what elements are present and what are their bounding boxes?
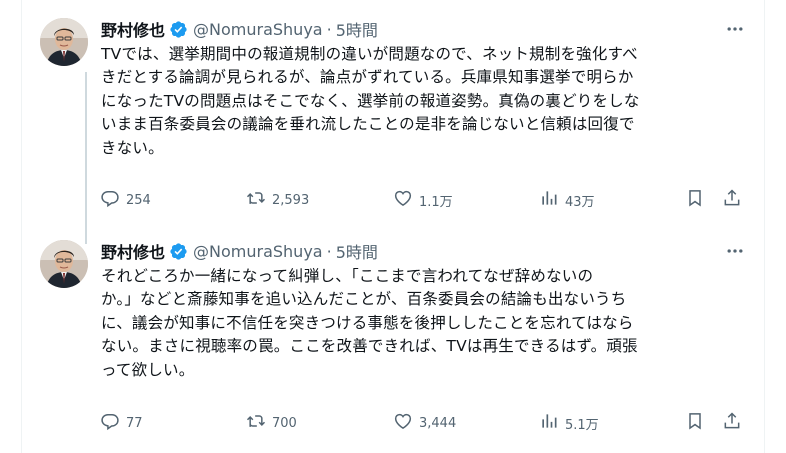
like-button[interactable]: 3,444 [393,411,456,435]
tweet-text-line: ない。まさに視聴率の罠。ここを改善できれば、TVは再生できるはず。頑張 [101,337,638,356]
tweet[interactable]: 野村修也 @NomuraShuya · 5時間 それどころか一緒になって糾弾し、… [22,232,764,453]
views-button[interactable]: 5.1万 [539,411,599,435]
timestamp[interactable]: 5時間 [336,17,378,41]
like-count: 1.1万 [419,194,453,210]
views-button[interactable]: 43万 [539,188,595,212]
tweet-header: 野村修也 @NomuraShuya · 5時間 [101,240,748,262]
tweet-text-line: って欲しい。 [101,360,195,379]
repost-icon [246,411,266,435]
tweet-text-line: に、議会が知事に不信任を突きつける事態を後押ししたことを忘れてはなら [101,313,634,332]
user-handle[interactable]: @NomuraShuya [193,20,323,39]
reply-count: 254 [126,192,151,208]
repost-icon [246,188,266,212]
reply-count: 77 [126,415,143,431]
reply-button[interactable]: 254 [100,188,151,212]
separator-dot: · [326,19,332,39]
bookmark-button[interactable] [685,188,705,212]
like-count: 3,444 [419,415,457,431]
repost-count: 700 [272,415,297,431]
tweet-actions: 77 700 3,444 5.1万 [100,411,750,435]
user-handle[interactable]: @NomuraShuya [193,242,323,261]
avatar-portrait-icon [40,18,88,66]
share-button[interactable] [722,188,742,212]
like-button[interactable]: 1.1万 [393,188,453,212]
more-horizontal-icon[interactable] [722,240,748,262]
tweet-text: それどころか一緒になって糾弾し、「ここまで言われてなぜ辞めないの か。」などと斎… [101,265,745,382]
tweet-text-line: か。」などと斎藤知事を追い込んだことが、百条委員会の結論も出ないうち [101,290,627,309]
avatar-portrait-icon [40,240,88,288]
views-icon [539,188,559,212]
avatar[interactable] [40,240,88,288]
bookmark-button[interactable] [685,411,705,435]
like-icon [393,188,413,212]
timeline-border-right [764,0,765,453]
more-horizontal-icon[interactable] [722,18,748,40]
reply-icon [100,411,120,435]
display-name[interactable]: 野村修也 [101,17,165,41]
tweet-text-line: きない。 [101,138,164,157]
bookmark-icon [685,188,705,212]
tweet-text-line: になったTVの問題点はそこでなく、選挙前の報道姿勢。真偽の裏どりをしな [101,91,640,110]
views-count: 43万 [565,194,595,210]
thread-connector-line [85,72,87,244]
verified-badge-icon [169,242,188,261]
verified-badge-icon [169,20,188,39]
tweet-header: 野村修也 @NomuraShuya · 5時間 [101,18,748,40]
tweet-text-line: いまま百条委員会の議論を垂れ流したことの是非を論じないと信頼は回復で [101,115,635,134]
repost-button[interactable]: 700 [246,411,297,435]
tweet-actions: 254 2,593 1.1万 43万 [100,188,750,212]
tweet-text-line: TVでは、選挙期間中の報道規制の違いが問題なので、ネット規制を強化すべ [101,45,638,63]
separator-dot: · [326,241,332,261]
views-count: 5.1万 [565,417,599,433]
repost-count: 2,593 [272,192,310,208]
avatar[interactable] [40,18,88,66]
like-icon [393,411,413,435]
tweet[interactable]: 野村修也 @NomuraShuya · 5時間 TVでは、選挙期間中の報道規制の… [22,10,764,244]
repost-button[interactable]: 2,593 [246,188,309,212]
share-icon [722,188,742,212]
reply-icon [100,188,120,212]
tweet-text-line: きだとする論調が見られるが、論点がずれている。兵庫県知事選挙で明らか [101,68,634,87]
timestamp[interactable]: 5時間 [336,239,378,263]
reply-button[interactable]: 77 [100,411,143,435]
share-button[interactable] [722,411,742,435]
tweet-thread: 野村修也 @NomuraShuya · 5時間 TVでは、選挙期間中の報道規制の… [0,0,786,453]
views-icon [539,411,559,435]
display-name[interactable]: 野村修也 [101,239,165,263]
tweet-text: TVでは、選挙期間中の報道規制の違いが問題なので、ネット規制を強化すべ きだとす… [101,43,745,160]
bookmark-icon [685,411,705,435]
tweet-text-line: それどころか一緒になって糾弾し、「ここまで言われてなぜ辞めないの [101,267,594,285]
share-icon [722,411,742,435]
